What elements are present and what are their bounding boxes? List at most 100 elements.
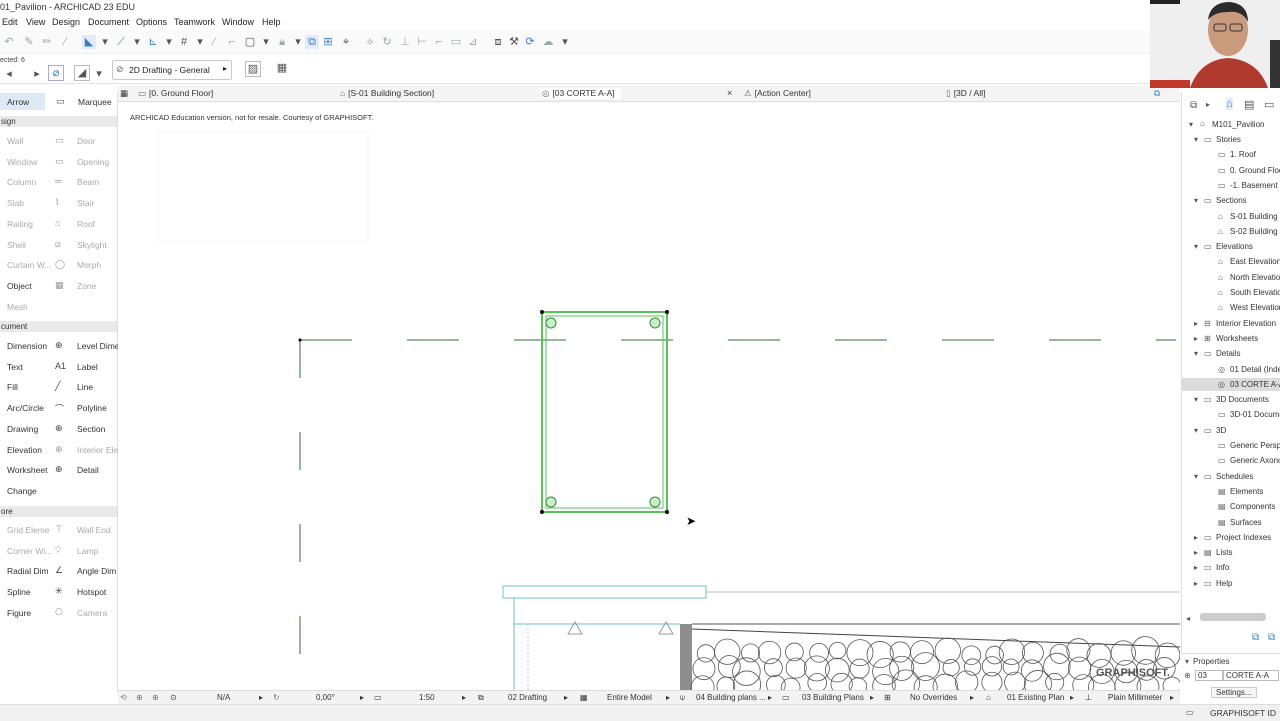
navigator-item[interactable]: 03 CORTE A-A (: [1230, 380, 1280, 389]
navigator-item[interactable]: 3D: [1216, 426, 1226, 435]
navigator-scrollbar[interactable]: [1200, 613, 1266, 621]
tool-slab[interactable]: Slab: [7, 198, 24, 208]
chevron-down-icon[interactable]: ▾: [1194, 395, 1198, 404]
chevron-right-icon[interactable]: ▸: [970, 693, 974, 702]
snap-guide-icon[interactable]: ◣: [82, 35, 96, 49]
scale-value[interactable]: 1:50: [419, 693, 435, 702]
view-name-field[interactable]: CORTE A-A: [1223, 670, 1279, 681]
tool-change[interactable]: Change: [7, 486, 37, 496]
chevron-left-icon[interactable]: ◂: [2, 67, 16, 81]
menu-teamwork[interactable]: Teamwork: [174, 17, 215, 27]
tool-radial-dim[interactable]: Radial Dim: [7, 566, 49, 576]
tool-fill[interactable]: Fill: [7, 382, 18, 392]
settings-button[interactable]: Settings...: [1211, 687, 1257, 698]
dimension-status[interactable]: Plain Millimeter: [1108, 693, 1162, 702]
close-icon[interactable]: ×: [727, 88, 732, 98]
navigator-item[interactable]: -1. Basement: [1230, 181, 1278, 190]
selection-node[interactable]: [665, 310, 669, 314]
tool-arc-circle[interactable]: Arc/Circle: [7, 403, 44, 413]
trace-icon[interactable]: ⊞: [321, 35, 335, 49]
layer-combination-status[interactable]: 02 Drafting: [508, 693, 547, 702]
chevron-right-icon[interactable]: ▸: [666, 693, 670, 702]
tool-door[interactable]: Door: [77, 136, 95, 146]
tool-section[interactable]: Section: [77, 424, 105, 434]
explore-icon[interactable]: ☁: [541, 35, 555, 49]
tool-elevation[interactable]: Elevation: [7, 445, 42, 455]
lock-icon[interactable]: 🔒︎: [275, 35, 289, 49]
navigator-item[interactable]: S-01 Building Se: [1230, 212, 1280, 221]
arrow-tool[interactable]: Arrow: [7, 97, 29, 107]
elevate-icon[interactable]: ⊢: [415, 35, 429, 49]
navigator-item[interactable]: Info: [1216, 563, 1229, 572]
marquee-tool[interactable]: Marquee: [78, 97, 112, 107]
tool-drawing[interactable]: Drawing: [7, 424, 38, 434]
tool-label[interactable]: Label: [77, 362, 98, 372]
chevron-right-icon[interactable]: ▸: [1194, 548, 1198, 557]
chevron-down-icon[interactable]: ▾: [1194, 135, 1198, 144]
tool-grid-eleme[interactable]: Grid Eleme: [7, 525, 50, 535]
tool-object[interactable]: Object: [7, 281, 32, 291]
chevron-down-icon[interactable]: ▾: [1194, 242, 1198, 251]
chevron-right-icon[interactable]: ▸: [1194, 533, 1198, 542]
graphisoft-id-button[interactable]: GRAPHISOFT ID: [1210, 708, 1276, 718]
clone-view-icon[interactable]: ⧉: [1268, 632, 1275, 643]
navigator-item[interactable]: S-02 Building Se: [1230, 227, 1280, 236]
tool-railing[interactable]: Railing: [7, 219, 33, 229]
chevron-down-icon[interactable]: ▾: [558, 35, 572, 49]
snap-points-icon[interactable]: ⊾: [146, 35, 160, 49]
tool-corner-wi[interactable]: Corner Wi...: [7, 546, 52, 556]
chevron-down-icon[interactable]: ▾: [98, 35, 112, 49]
fit-window-icon[interactable]: ⊙: [170, 693, 177, 702]
chevron-down-icon[interactable]: ▾: [92, 67, 106, 81]
tool-line[interactable]: Line: [77, 382, 93, 392]
chevron-down-icon[interactable]: ▾: [291, 35, 305, 49]
navigator-item[interactable]: Lists: [1216, 548, 1232, 557]
pencil-icon[interactable]: ✏: [40, 35, 54, 49]
tool-column[interactable]: Column: [7, 177, 36, 187]
tab-building-section[interactable]: ⌂ [S-01 Building Section]: [340, 88, 434, 98]
cross-icon[interactable]: ⌖: [339, 35, 353, 49]
drawing-canvas[interactable]: [118, 102, 1180, 690]
layout-book-icon[interactable]: ▭: [1264, 98, 1274, 111]
pen-set-status[interactable]: 04 Building plans ...: [696, 693, 766, 702]
navigator-item[interactable]: Generic Perspec: [1230, 441, 1280, 450]
design-group-header[interactable]: sign: [0, 116, 117, 127]
selection-node[interactable]: [540, 510, 544, 514]
menu-design[interactable]: Design: [52, 17, 80, 27]
chevron-right-icon[interactable]: ▸: [462, 693, 466, 702]
tool-text[interactable]: Text: [7, 362, 23, 372]
navigator-item[interactable]: 1. Roof: [1230, 150, 1256, 159]
navigator-item[interactable]: Generic Axonom: [1230, 456, 1280, 465]
chevron-right-icon[interactable]: ▸: [768, 693, 772, 702]
view-id-field[interactable]: 03: [1195, 670, 1223, 681]
magic-wand-icon[interactable]: ⁄: [207, 35, 221, 49]
tool-lamp[interactable]: Lamp: [77, 546, 98, 556]
resize-icon[interactable]: ⊿: [466, 35, 480, 49]
tool-skylight[interactable]: Skylight: [77, 240, 107, 250]
guide-lines-icon[interactable]: ⟋: [114, 35, 128, 49]
navigator-menu-icon[interactable]: ⧉: [1190, 100, 1197, 111]
offset-icon[interactable]: ⟡: [363, 35, 377, 49]
new-view-icon[interactable]: ⧉: [1252, 632, 1259, 643]
zoom-in-icon[interactable]: ⊕: [136, 693, 143, 702]
angle-value[interactable]: 0,00°: [316, 693, 335, 702]
tab-corte-a-a[interactable]: ◎ [03 CORTE A-A]: [542, 88, 621, 99]
tool-curtain-w[interactable]: Curtain W...: [7, 260, 51, 270]
chevron-down-icon[interactable]: ▾: [1194, 349, 1198, 358]
measure-icon[interactable]: ⚒: [507, 35, 521, 49]
chevron-down-icon[interactable]: ▾: [1189, 120, 1193, 129]
rotate-view-icon[interactable]: ↻: [273, 693, 280, 702]
chevron-right-icon[interactable]: ▸: [1194, 579, 1198, 588]
tool-detail[interactable]: Detail: [77, 465, 99, 475]
tool-figure[interactable]: Figure: [7, 608, 31, 618]
chevron-right-icon[interactable]: ▸: [30, 67, 44, 81]
chevron-right-icon[interactable]: ▸: [1206, 100, 1210, 109]
tool-camera[interactable]: Camera: [77, 608, 107, 618]
stretch-icon[interactable]: ▭: [449, 35, 463, 49]
navigator-item[interactable]: 0. Ground Floor: [1230, 166, 1280, 175]
eyedropper-icon[interactable]: ⁄: [58, 35, 72, 49]
navigator-item[interactable]: Details: [1216, 349, 1240, 358]
navigator-root[interactable]: M101_Pavilion: [1212, 120, 1264, 129]
chevron-down-icon[interactable]: ▾: [1194, 426, 1198, 435]
redo-icon[interactable]: ✎: [22, 35, 36, 49]
